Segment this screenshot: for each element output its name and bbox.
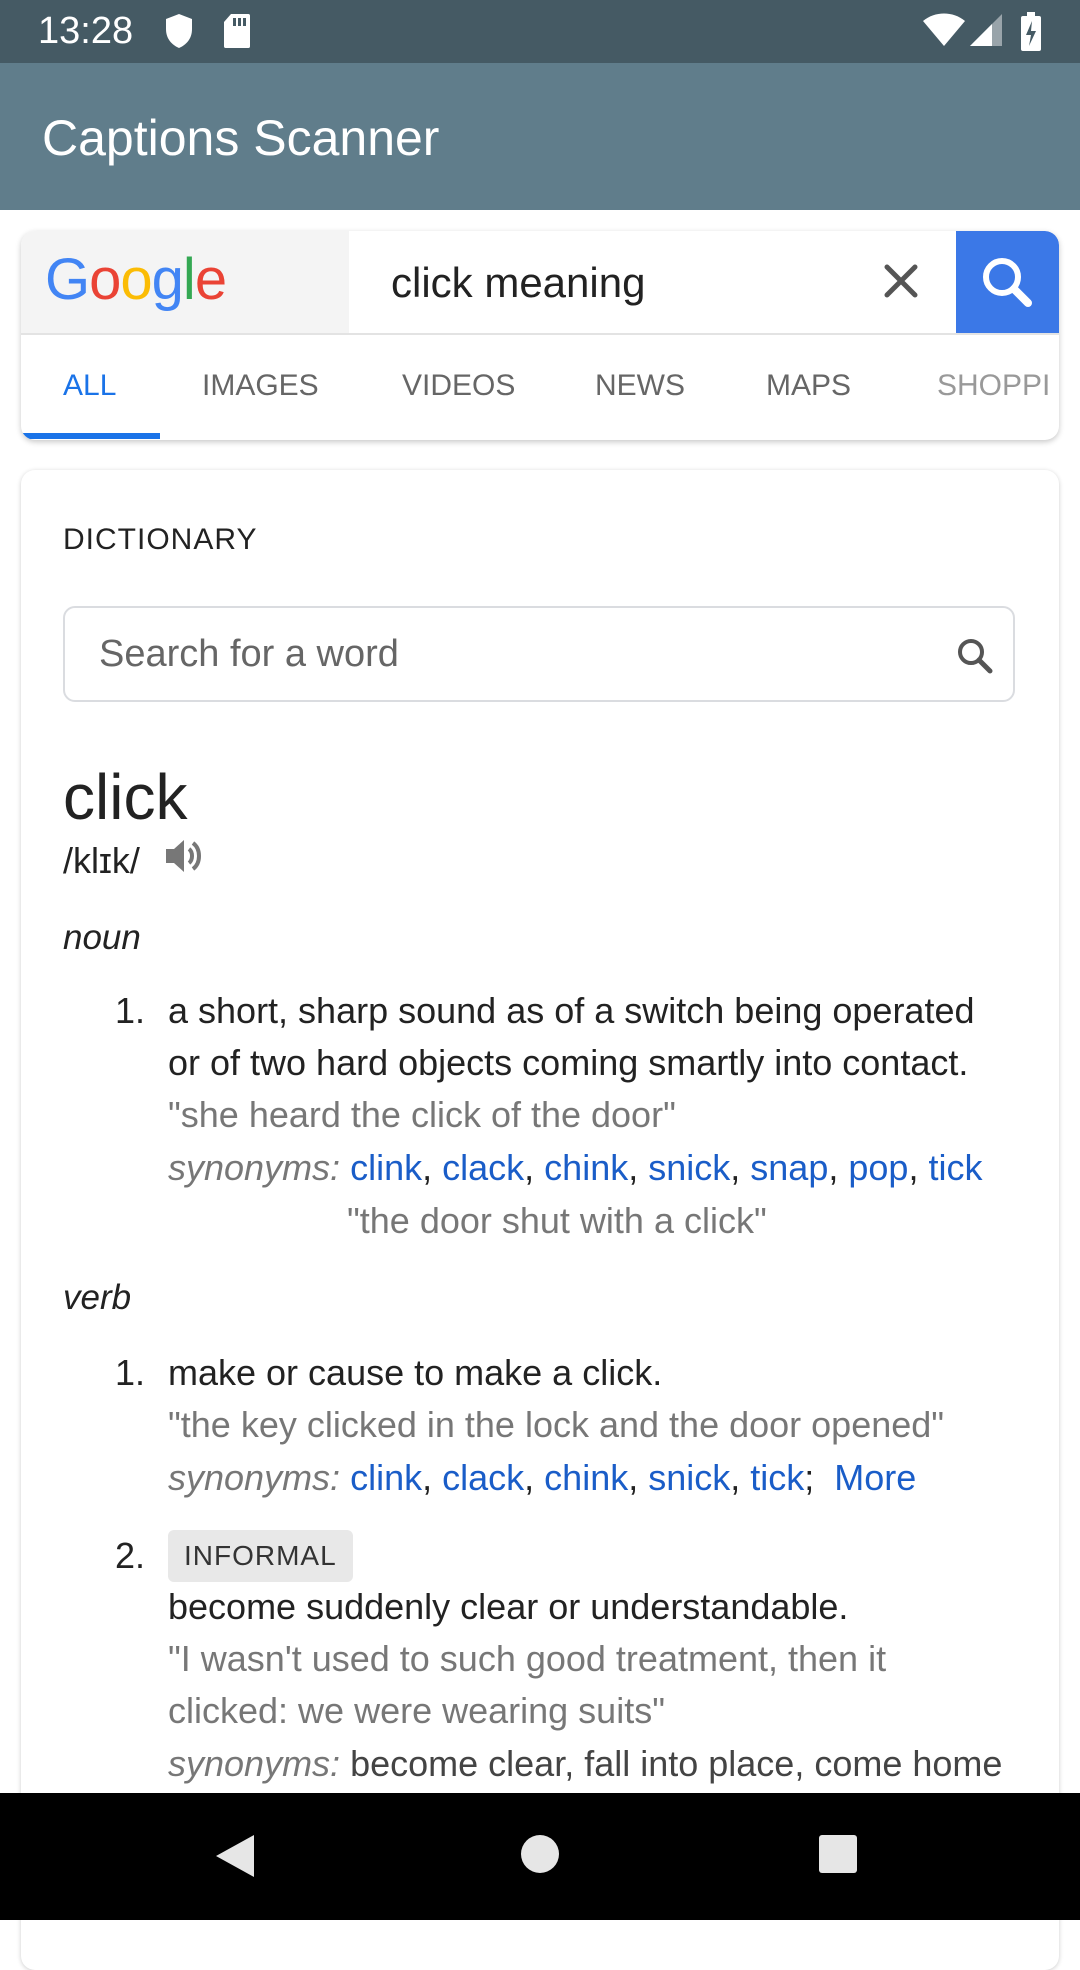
wifi-icon [922, 12, 966, 53]
synonyms-line: synonyms: become clear, fall into place,… [168, 1741, 1002, 1787]
synonym-link[interactable]: snick [648, 1457, 730, 1498]
synonym-link[interactable]: clack [442, 1457, 524, 1498]
tab-all[interactable]: ALL [63, 367, 116, 405]
synonym-link[interactable]: clink [350, 1147, 422, 1188]
google-search-card: Google click meaning ALL IMAGES VIDEOS N… [21, 231, 1059, 440]
shield-icon [163, 12, 195, 55]
active-tab-indicator [21, 433, 160, 439]
status-time: 13:28 [38, 10, 134, 52]
app-title: Captions Scanner [42, 110, 440, 166]
part-of-speech-verb: verb [63, 1278, 132, 1317]
synonym-link[interactable]: tick [750, 1457, 804, 1498]
recents-icon[interactable] [817, 1833, 859, 1880]
app-bar: Captions Scanner [0, 63, 1080, 210]
synonyms-text: become clear, fall into place, come home [350, 1743, 1003, 1784]
battery-icon [1020, 12, 1042, 57]
definition: become suddenly clear or understandable. [168, 1586, 849, 1627]
synonym-link[interactable]: tick [928, 1147, 982, 1188]
register-badge: INFORMAL [168, 1530, 353, 1582]
synonyms-label: synonyms: [168, 1147, 341, 1188]
synonym-link[interactable]: clink [350, 1457, 422, 1498]
close-icon [884, 264, 918, 298]
synonym-link[interactable]: clack [442, 1147, 524, 1188]
synonyms-line: synonyms: clink, clack, chink, snick, sn… [168, 1147, 983, 1188]
word-search-field[interactable]: Search for a word [63, 606, 1015, 702]
synonym-link[interactable]: chink [544, 1457, 628, 1498]
example: "the key clicked in the lock and the doo… [168, 1404, 945, 1445]
google-logo-area: Google [21, 231, 349, 333]
definition: or of two hard objects coming smartly in… [168, 1042, 969, 1083]
phonetic: /klɪk/ [63, 840, 140, 881]
search-button[interactable] [956, 231, 1059, 334]
dictionary-heading: DICTIONARY [63, 523, 258, 556]
speaker-icon[interactable] [162, 834, 206, 883]
more-synonyms-link[interactable]: More [834, 1457, 916, 1498]
divider [21, 333, 1059, 335]
part-of-speech-noun: noun [63, 918, 141, 957]
example: "she heard the click of the door" [168, 1094, 676, 1135]
signal-icon [968, 12, 1004, 53]
clear-search-button[interactable] [871, 251, 931, 311]
status-bar: 13:28 [0, 0, 1080, 63]
google-logo: Google [45, 247, 227, 312]
navigation-bar [0, 1793, 1080, 1920]
search-icon[interactable] [955, 636, 995, 681]
synonyms-label: synonyms: [168, 1457, 341, 1498]
sense-number: 1. [115, 1352, 146, 1393]
synonym-link[interactable]: snap [750, 1147, 828, 1188]
sense-number: 2. [115, 1535, 146, 1576]
sd-card-icon [222, 12, 252, 55]
definition: make or cause to make a click. [168, 1352, 663, 1393]
tab-news[interactable]: NEWS [595, 367, 685, 405]
back-icon[interactable] [212, 1831, 258, 1886]
definition: a short, sharp sound as of a switch bein… [168, 990, 975, 1031]
search-icon [983, 258, 1032, 307]
home-icon[interactable] [519, 1833, 561, 1880]
synonyms-line: synonyms: clink, clack, chink, snick, ti… [168, 1457, 917, 1498]
example: clicked: we were wearing suits" [168, 1690, 665, 1731]
sense-number: 1. [115, 990, 146, 1031]
tab-images[interactable]: IMAGES [202, 367, 319, 405]
headword: click [63, 761, 188, 833]
tab-maps[interactable]: MAPS [766, 367, 851, 405]
search-query-input[interactable]: click meaning [391, 257, 645, 309]
synonym-link[interactable]: snick [648, 1147, 730, 1188]
example: "I wasn't used to such good treatment, t… [168, 1638, 887, 1679]
word-search-placeholder: Search for a word [99, 633, 399, 675]
synonym-example: "the door shut with a click" [347, 1200, 767, 1241]
synonym-link[interactable]: chink [544, 1147, 628, 1188]
dictionary-card: DICTIONARY Search for a word click /klɪk… [21, 470, 1059, 1970]
synonyms-label: synonyms: [168, 1743, 341, 1784]
tab-shopping[interactable]: SHOPPI [937, 367, 1050, 405]
tab-videos[interactable]: VIDEOS [402, 367, 515, 405]
synonym-link[interactable]: pop [848, 1147, 908, 1188]
